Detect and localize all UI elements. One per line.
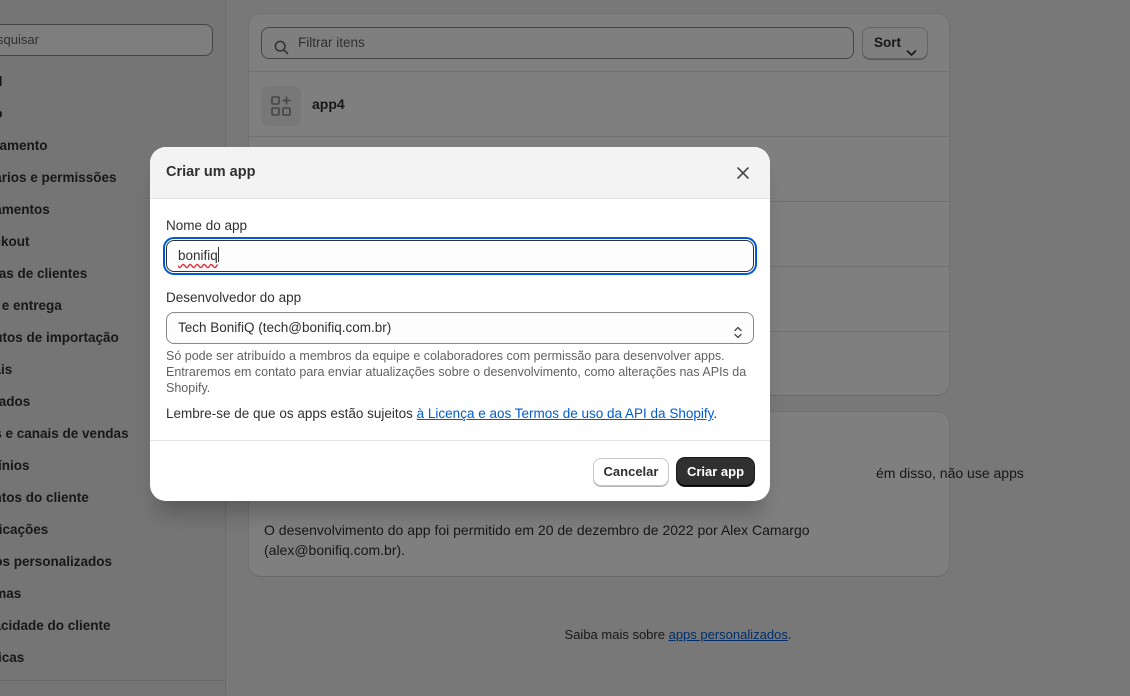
modal-title: Criar um app: [166, 164, 256, 180]
app-name-label: Nome do app: [166, 218, 248, 233]
select-arrows-icon: [733, 321, 743, 351]
close-icon: [737, 167, 749, 179]
text-cursor: [217, 247, 219, 262]
api-terms-link[interactable]: à Licença e aos Termos de uso da API da …: [417, 406, 714, 421]
app-name-input[interactable]: bonifiq: [163, 237, 757, 275]
developer-value: Tech BonifiQ (tech@bonifiq.com.br): [178, 320, 392, 335]
close-button[interactable]: [734, 164, 752, 182]
terms-prefix: Lembre-se de que os apps estão sujeitos: [166, 406, 417, 421]
developer-help-text: Só pode ser atribuído a membros da equip…: [166, 349, 747, 395]
developer-select[interactable]: Tech BonifiQ (tech@bonifiq.com.br): [166, 312, 754, 344]
developer-label: Desenvolvedor do app: [166, 290, 302, 305]
modal-header: Criar um app: [150, 147, 770, 199]
create-app-modal: Criar um app Nome do app bonifiq Desenvo…: [150, 147, 770, 501]
modal-footer: Cancelar Criar app: [150, 440, 770, 501]
cancel-button[interactable]: Cancelar: [593, 458, 669, 486]
terms-line: Lembre-se de que os apps estão sujeitos …: [166, 406, 717, 421]
create-app-button[interactable]: Criar app: [677, 458, 754, 486]
terms-suffix: .: [713, 406, 718, 421]
app-name-value: bonifiq: [178, 248, 218, 263]
